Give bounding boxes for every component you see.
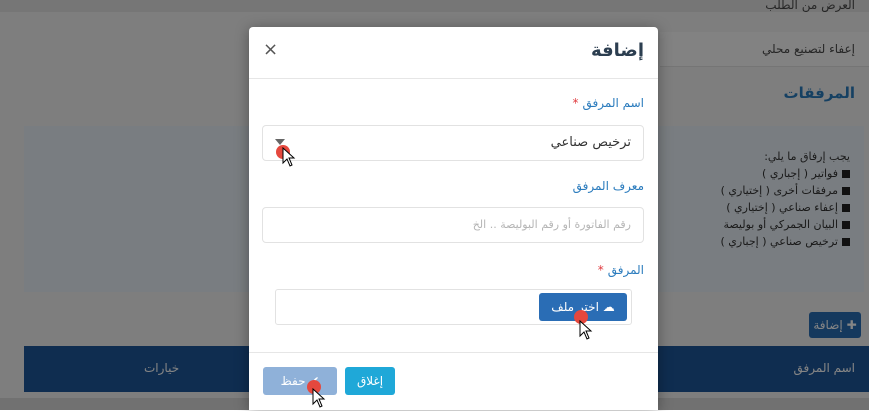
required-mark: * xyxy=(572,96,579,110)
modal-header: إضافة × xyxy=(249,27,658,79)
attachment-name-label: اسم المرفق* xyxy=(572,96,644,110)
add-attachment-modal: إضافة × اسم المرفق* ترخيص صناعي معرف الم… xyxy=(249,27,658,410)
required-mark: * xyxy=(597,263,604,277)
mouse-pointer-icon xyxy=(312,388,326,408)
cloud-upload-icon: ☁ xyxy=(602,300,615,314)
attachment-name-selected-value: ترخيص صناعي xyxy=(550,135,631,150)
mouse-pointer-icon xyxy=(282,147,296,167)
attachment-id-label: معرف المرفق xyxy=(572,179,644,193)
file-label: المرفق* xyxy=(597,263,644,277)
mouse-pointer-icon xyxy=(579,320,593,340)
close-icon[interactable]: × xyxy=(263,39,278,60)
attachment-name-select[interactable]: ترخيص صناعي xyxy=(262,125,644,161)
attachment-id-input[interactable]: رقم الفاتورة أو رقم البوليصة .. الخ xyxy=(262,207,644,243)
close-button[interactable]: إغلاق xyxy=(345,367,395,395)
attachment-id-placeholder: رقم الفاتورة أو رقم البوليصة .. الخ xyxy=(472,218,631,231)
modal-title: إضافة xyxy=(590,40,644,61)
